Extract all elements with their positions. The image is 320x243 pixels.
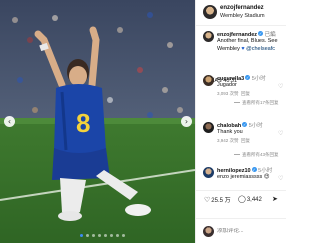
post-detail-panel: enzojfernandez Wembley Stadium enzojfern… bbox=[195, 0, 286, 243]
verified-badge-icon: ✓ bbox=[258, 31, 264, 36]
view-replies-link[interactable]: 查看所有43条回复 bbox=[234, 152, 279, 158]
heart-icon: ♡ bbox=[204, 196, 211, 204]
like-button[interactable]: ♡25.5 万 bbox=[204, 195, 231, 204]
carousel-dot[interactable] bbox=[110, 234, 113, 237]
verified-badge-icon: ✓ bbox=[242, 122, 248, 127]
like-count: 25.5 万 bbox=[211, 198, 231, 204]
next-slide-button[interactable]: › bbox=[181, 116, 192, 127]
comment-like-heart-icon[interactable]: ♡ bbox=[278, 83, 283, 90]
comment-reply-button[interactable]: 回复 bbox=[241, 138, 250, 143]
comment-like-count[interactable]: 3,093 次赞 bbox=[217, 91, 239, 96]
comment-text: Jugador bbox=[217, 82, 237, 88]
post-actions-bar: ♡25.5 万 ◯3,442 ➤ bbox=[196, 190, 286, 207]
post-caption: enzojfernandez ✓ 已編 Another final, Blues.… bbox=[196, 29, 286, 84]
comment-like-heart-icon[interactable]: ♡ bbox=[278, 130, 283, 137]
blue-heart-icon: ♥ bbox=[241, 46, 245, 52]
caption-avatar[interactable] bbox=[203, 31, 214, 42]
commenter-avatar[interactable] bbox=[203, 167, 214, 178]
comment-button[interactable]: ◯3,442 bbox=[238, 195, 262, 203]
previous-slide-button[interactable]: ‹ bbox=[4, 116, 15, 127]
carousel-dot[interactable] bbox=[98, 234, 101, 237]
comment-like-heart-icon[interactable]: ♡ bbox=[278, 175, 283, 182]
comment-reply-button[interactable]: 回复 bbox=[241, 91, 250, 96]
add-comment-bar bbox=[196, 218, 286, 243]
carousel-dot[interactable] bbox=[104, 234, 107, 237]
carousel-dot[interactable] bbox=[80, 234, 83, 237]
share-button[interactable]: ➤ bbox=[272, 195, 279, 203]
caption-text-line2: Wembley bbox=[217, 46, 240, 52]
carousel-dot[interactable] bbox=[116, 234, 119, 237]
view-replies-link[interactable]: 查看所有17条回复 bbox=[234, 100, 279, 106]
comment-text: Thank you bbox=[217, 129, 243, 135]
share-icon: ➤ bbox=[272, 195, 278, 203]
commenter-avatar[interactable] bbox=[203, 122, 214, 133]
comment-time: 5小时 bbox=[251, 76, 266, 82]
verified-badge-icon: ✓ bbox=[245, 75, 251, 80]
caption-text-line1: Another final, Blues. See bbox=[217, 38, 278, 44]
carousel-dot[interactable] bbox=[86, 234, 89, 237]
post-header: enzojfernandez Wembley Stadium bbox=[196, 0, 286, 26]
current-user-avatar bbox=[203, 226, 214, 237]
comment-text: enzo jeremiasssss 😍 bbox=[217, 174, 270, 180]
verified-badge-icon: ✓ bbox=[251, 167, 257, 172]
comment-like-count[interactable]: 3,942 次赞 bbox=[217, 138, 239, 143]
author-username[interactable]: enzojfernandez bbox=[220, 5, 264, 11]
post-location[interactable]: Wembley Stadium bbox=[220, 13, 265, 19]
carousel-dot[interactable] bbox=[92, 234, 95, 237]
author-avatar[interactable] bbox=[203, 5, 217, 19]
carousel-dot[interactable] bbox=[122, 234, 125, 237]
player-photo: 8 bbox=[0, 0, 195, 243]
comment-item: chalobah ✓ 5小时 Thank you 3,942 次赞 回复 ♡ bbox=[196, 120, 286, 154]
caption-mention-link[interactable]: @chelseafc bbox=[246, 46, 275, 52]
comment-count: 3,442 bbox=[246, 197, 262, 203]
comment-icon: ◯ bbox=[238, 195, 246, 203]
carousel-dots bbox=[80, 234, 125, 237]
comment-time: 5小时 bbox=[248, 123, 263, 129]
post-photo[interactable]: 8 ‹ › bbox=[0, 0, 195, 243]
commenter-avatar[interactable] bbox=[203, 75, 214, 86]
add-comment-input[interactable] bbox=[217, 228, 277, 234]
jersey-number: 8 bbox=[76, 108, 90, 138]
